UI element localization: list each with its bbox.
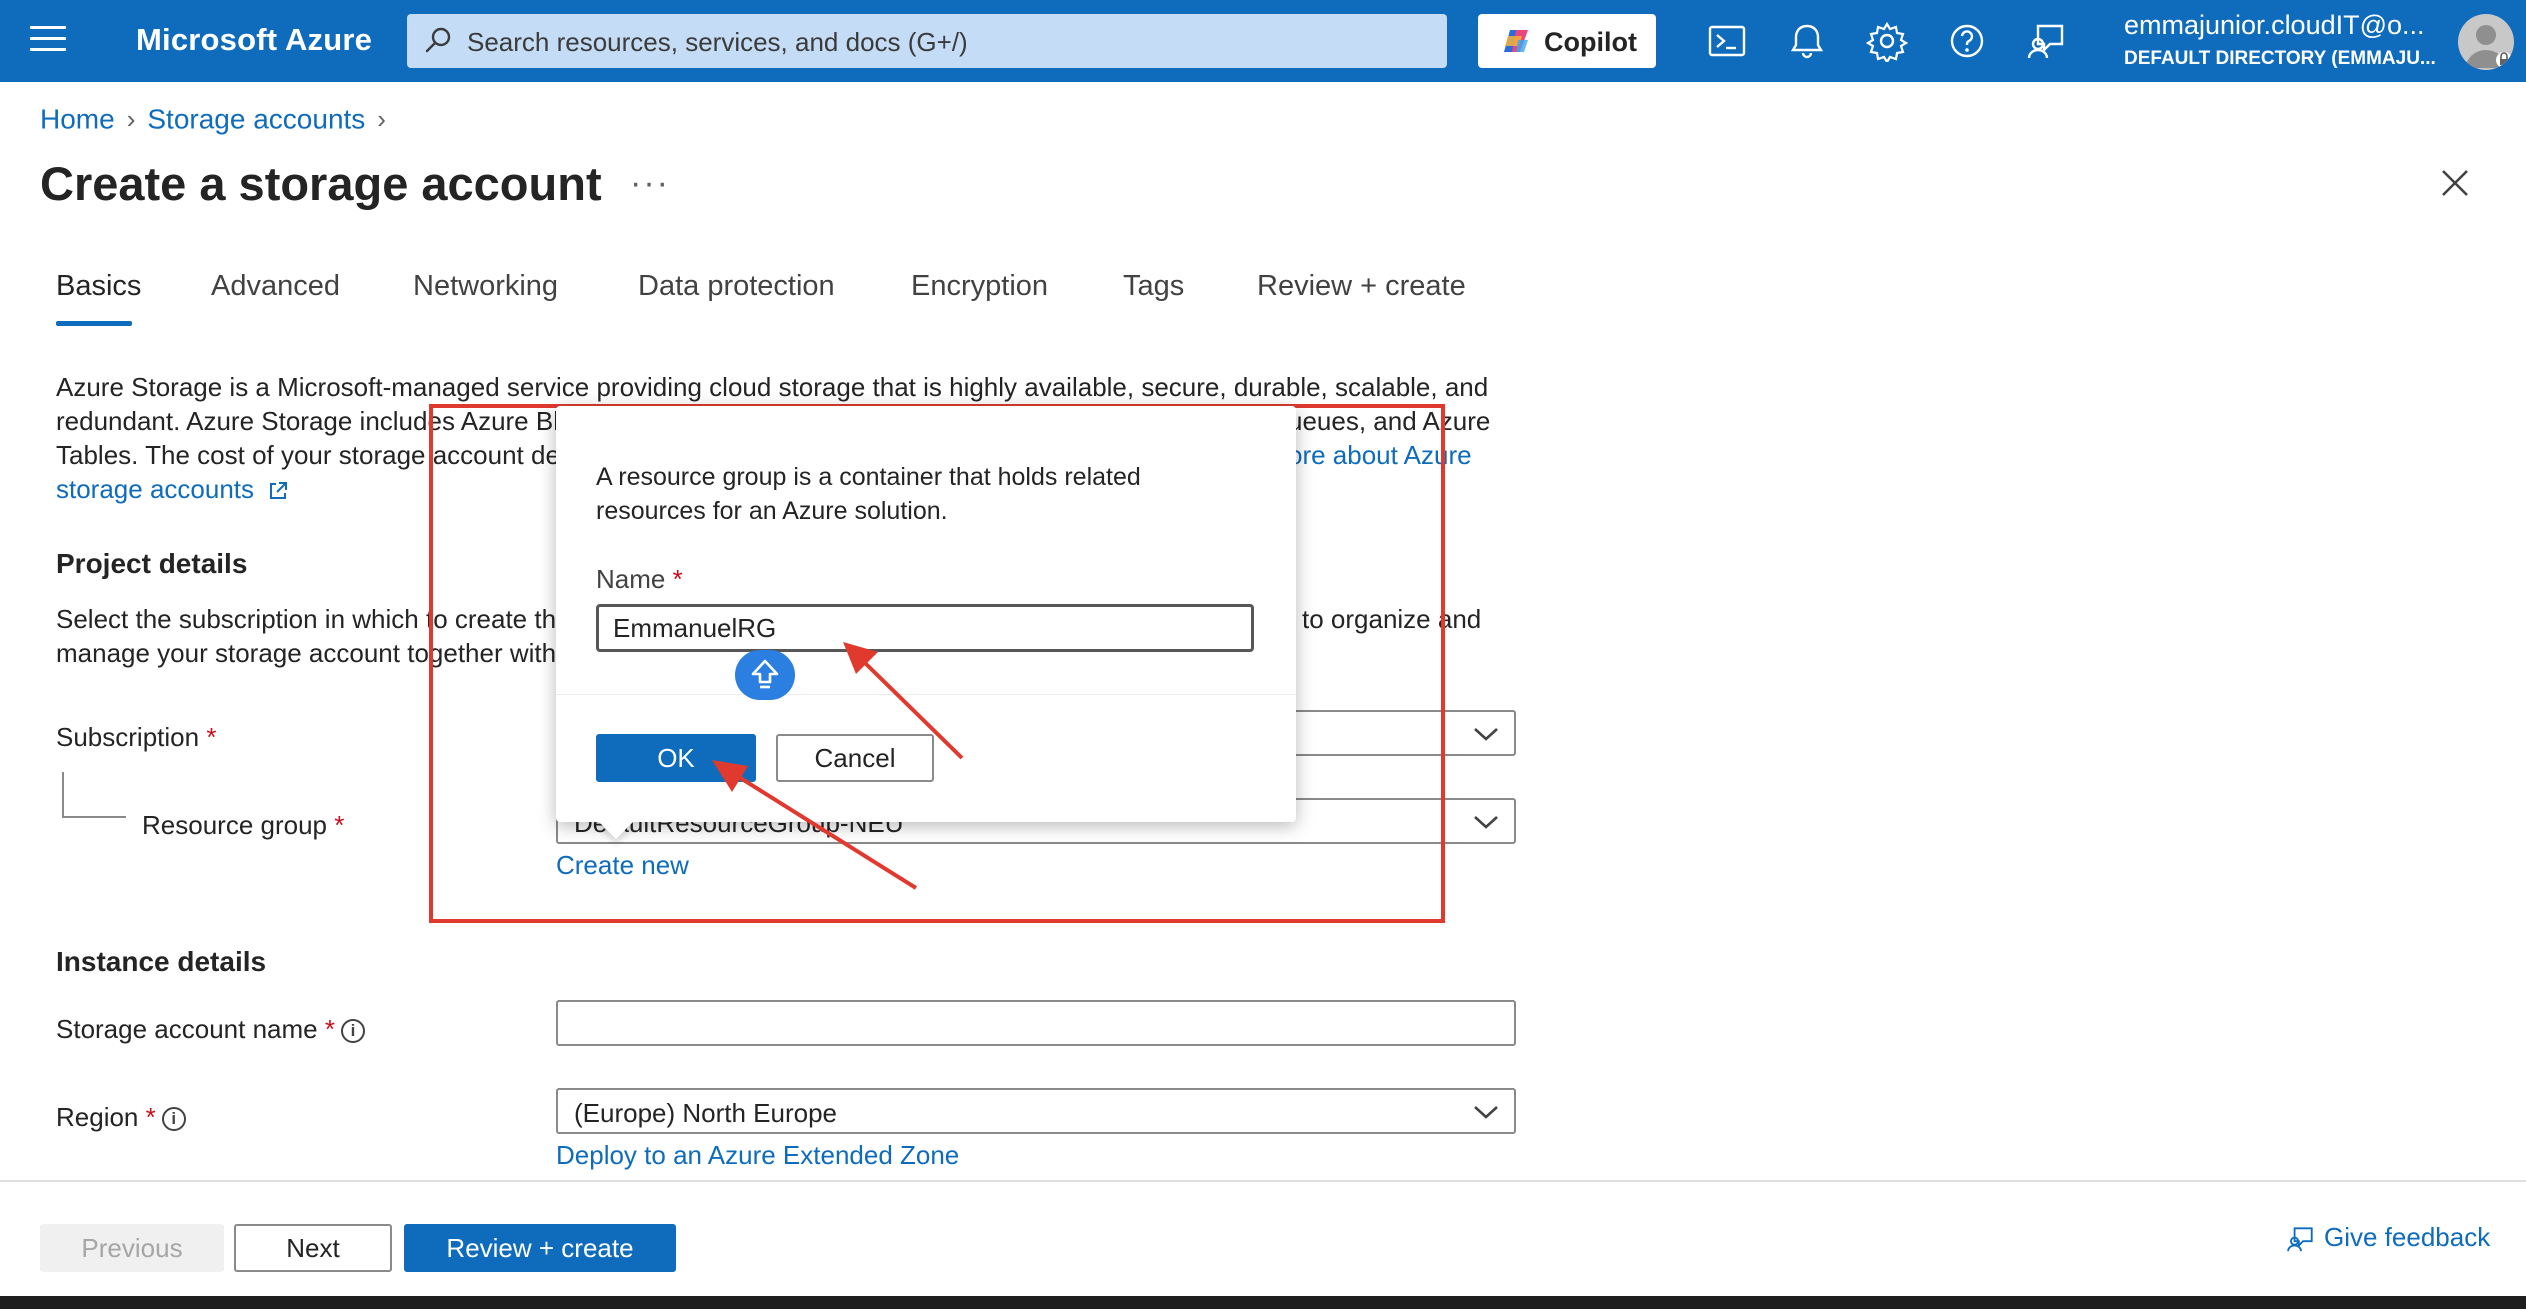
breadcrumb: Home › Storage accounts › — [40, 102, 398, 136]
ok-button[interactable]: OK — [596, 734, 756, 782]
resource-group-label: Resource group * — [142, 810, 345, 840]
gear-icon[interactable] — [1866, 20, 1908, 62]
storage-account-name-input[interactable] — [556, 1000, 1516, 1046]
tab-data-protection[interactable]: Data protection — [638, 270, 835, 303]
search-box[interactable]: Search resources, services, and docs (G+… — [407, 14, 1447, 68]
resource-group-name-input[interactable] — [596, 604, 1254, 652]
callout-divider — [556, 694, 1296, 695]
give-feedback-label: Give feedback — [2324, 1222, 2491, 1252]
search-placeholder: Search resources, services, and docs (G+… — [467, 27, 968, 57]
breadcrumb-home[interactable]: Home — [40, 104, 115, 135]
tab-review-create[interactable]: Review + create — [1257, 270, 1466, 303]
storage-accounts-link[interactable]: storage accounts — [56, 474, 254, 504]
tab-basics[interactable]: Basics — [56, 270, 141, 303]
cancel-button[interactable]: Cancel — [776, 734, 934, 782]
callout-description: A resource group is a container that hol… — [596, 463, 1141, 525]
tab-networking[interactable]: Networking — [413, 270, 558, 303]
region-value: (Europe) North Europe — [574, 1098, 838, 1128]
breadcrumb-storage-accounts[interactable]: Storage accounts — [147, 104, 365, 135]
page-title: Create a storage account — [40, 157, 602, 210]
chevron-right-icon: › — [377, 104, 386, 135]
give-feedback-link[interactable]: Give feedback — [2286, 1222, 2490, 1254]
cloud-shell-icon[interactable] — [1706, 20, 1748, 62]
feedback-icon[interactable] — [2026, 20, 2068, 62]
tree-connector — [62, 772, 64, 818]
region-dropdown[interactable]: (Europe) North Europe — [556, 1088, 1516, 1134]
brand-title[interactable]: Microsoft Azure — [136, 22, 372, 58]
intro-line-1: Azure Storage is a Microsoft-managed ser… — [56, 372, 1489, 402]
feedback-icon — [2287, 1227, 2313, 1252]
info-icon[interactable]: i — [340, 1019, 365, 1044]
avatar[interactable] — [2458, 14, 2514, 70]
account-name[interactable]: emmajunior.cloudIT@o... — [2124, 10, 2425, 41]
callout-name-label: Name * — [596, 564, 683, 594]
chevron-right-icon: › — [126, 104, 136, 135]
search-icon — [425, 27, 451, 53]
tab-advanced[interactable]: Advanced — [211, 270, 340, 303]
chevron-down-icon — [1474, 1106, 1498, 1119]
more-options-button[interactable]: ··· — [630, 164, 670, 203]
info-icon[interactable]: i — [161, 1107, 186, 1132]
avatar-icon — [2466, 25, 2512, 68]
bell-icon[interactable] — [1786, 20, 1828, 62]
tab-tags[interactable]: Tags — [1123, 270, 1184, 303]
help-icon[interactable] — [1946, 20, 1988, 62]
chevron-down-icon — [1474, 728, 1498, 741]
chevron-down-icon — [1474, 816, 1498, 829]
external-link-icon — [270, 482, 288, 500]
window-bottom-edge — [0, 1296, 2526, 1309]
create-resource-group-callout: A resource group is a container that hol… — [556, 406, 1296, 839]
storage-account-name-label: Storage account name * i — [56, 1014, 365, 1045]
extended-zone-link[interactable]: Deploy to an Azure Extended Zone — [556, 1140, 959, 1171]
hamburger-icon[interactable] — [30, 26, 66, 56]
copilot-label: Copilot — [1544, 27, 1637, 57]
account-directory[interactable]: DEFAULT DIRECTORY (EMMAJU... — [2124, 48, 2436, 70]
copilot-button[interactable]: Copilot — [1478, 14, 1656, 68]
tree-connector — [62, 816, 126, 818]
active-tab-indicator — [56, 321, 132, 326]
instance-details-heading: Instance details — [56, 946, 267, 977]
subscription-label: Subscription * — [56, 722, 217, 752]
review-create-button[interactable]: Review + create — [404, 1224, 676, 1272]
action-bar: Previous Next Review + create Give feedb… — [0, 1180, 2526, 1296]
previous-button[interactable]: Previous — [40, 1224, 224, 1272]
next-button[interactable]: Next — [234, 1224, 392, 1272]
region-label: Region * i — [56, 1102, 186, 1133]
project-details-heading: Project details — [56, 548, 248, 579]
shift-key-icon — [735, 650, 795, 700]
copilot-icon — [1504, 30, 1528, 52]
top-navigation-bar: Microsoft Azure Search resources, servic… — [0, 0, 2526, 82]
close-icon[interactable] — [2440, 168, 2470, 198]
tab-encryption[interactable]: Encryption — [911, 270, 1048, 303]
